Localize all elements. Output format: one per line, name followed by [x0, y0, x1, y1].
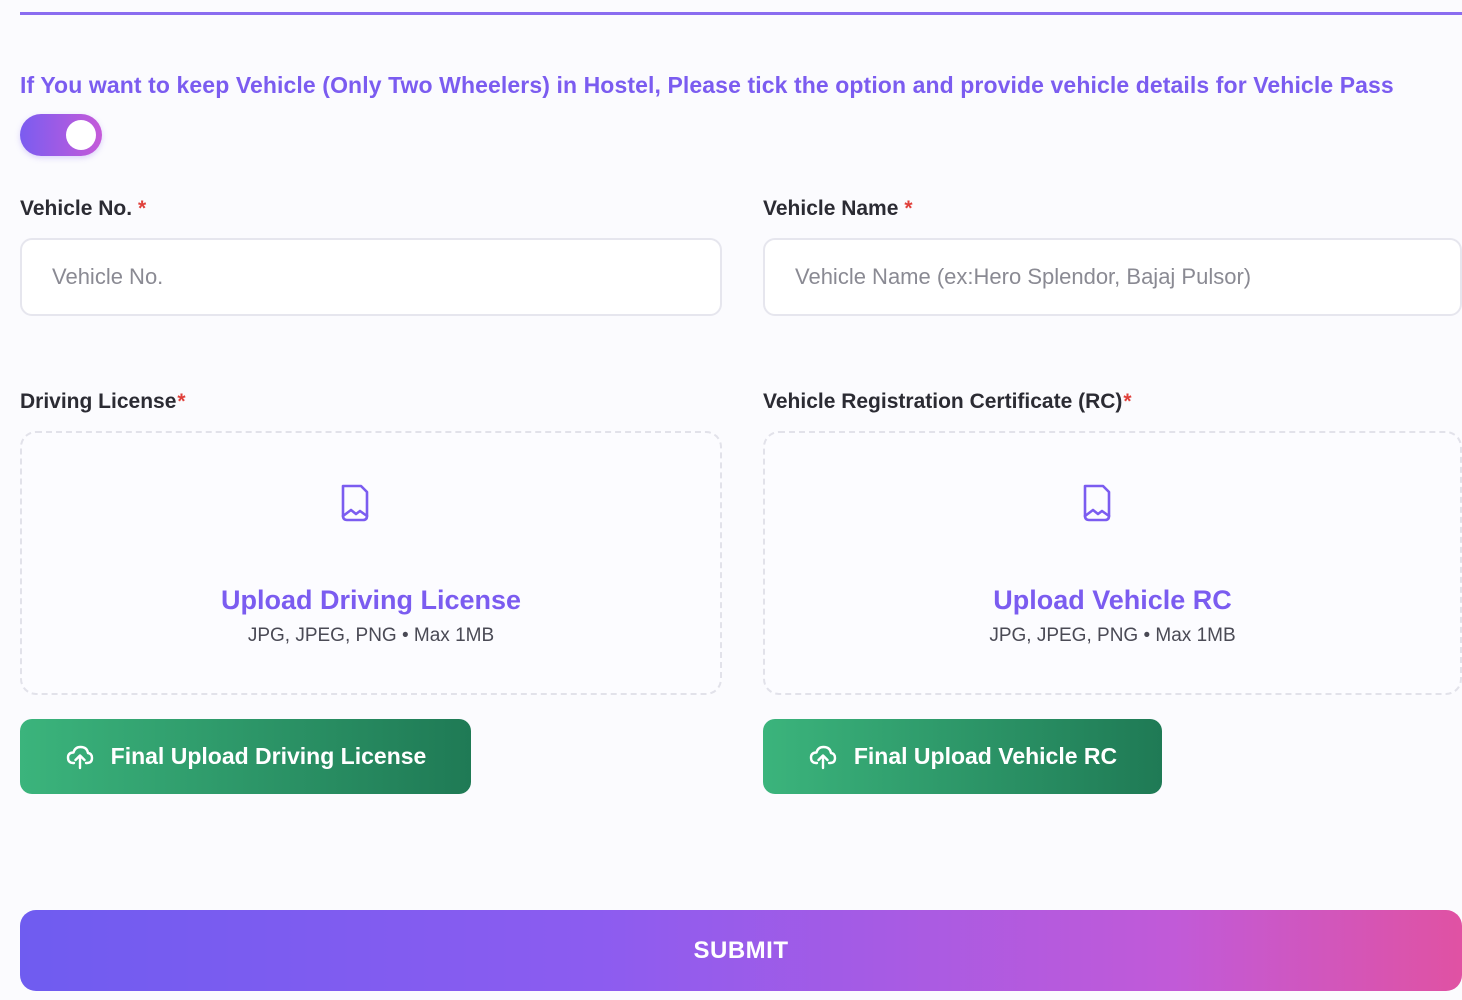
document-icon: [1083, 484, 1111, 522]
vehicle-no-label-text: Vehicle No.: [20, 197, 133, 220]
vehicle-rc-label-text: Vehicle Registration Certificate (RC): [763, 390, 1123, 413]
final-upload-driving-license-label: Final Upload Driving License: [110, 743, 427, 769]
upload-vehicle-rc-title: Upload Vehicle RC: [993, 585, 1232, 615]
cloud-upload-icon: [66, 745, 93, 769]
vehicle-notice-text: If You want to keep Vehicle (Only Two Wh…: [20, 72, 1394, 98]
cloud-upload-icon: [809, 745, 837, 769]
driving-license-dropzone[interactable]: Upload Driving License JPG, JPEG, PNG • …: [20, 431, 722, 695]
upload-driving-license-title: Upload Driving License: [220, 585, 522, 615]
vehicle-no-input[interactable]: [20, 238, 722, 316]
driving-license-label-text: Driving License: [20, 390, 177, 413]
upload-driving-license-hint: JPG, JPEG, PNG • Max 1MB: [247, 625, 495, 646]
document-icon: [341, 484, 369, 522]
required-mark: *: [177, 390, 186, 413]
upload-vehicle-rc-hint: JPG, JPEG, PNG • Max 1MB: [989, 625, 1236, 646]
required-mark: *: [904, 197, 913, 220]
vehicle-no-label: Vehicle No. *: [20, 197, 146, 221]
driving-license-label: Driving License*: [20, 390, 186, 414]
vehicle-rc-dropzone[interactable]: Upload Vehicle RC JPG, JPEG, PNG • Max 1…: [763, 431, 1462, 695]
vehicle-rc-label: Vehicle Registration Certificate (RC)*: [763, 390, 1132, 414]
vehicle-toggle[interactable]: [20, 114, 102, 156]
submit-button[interactable]: SUBMIT: [20, 910, 1462, 991]
final-upload-vehicle-rc-label: Final Upload Vehicle RC: [853, 743, 1118, 769]
final-upload-driving-license-button[interactable]: Final Upload Driving License: [20, 719, 471, 794]
toggle-knob: [66, 120, 96, 150]
vehicle-name-label: Vehicle Name *: [763, 197, 913, 221]
vehicle-name-input[interactable]: [763, 238, 1462, 316]
vehicle-name-label-text: Vehicle Name: [763, 197, 899, 220]
required-mark: *: [1123, 390, 1132, 413]
final-upload-vehicle-rc-button[interactable]: Final Upload Vehicle RC: [763, 719, 1162, 794]
top-divider: [20, 12, 1462, 15]
required-mark: *: [138, 197, 147, 220]
vehicle-pass-form: If You want to keep Vehicle (Only Two Wh…: [0, 0, 1462, 1000]
